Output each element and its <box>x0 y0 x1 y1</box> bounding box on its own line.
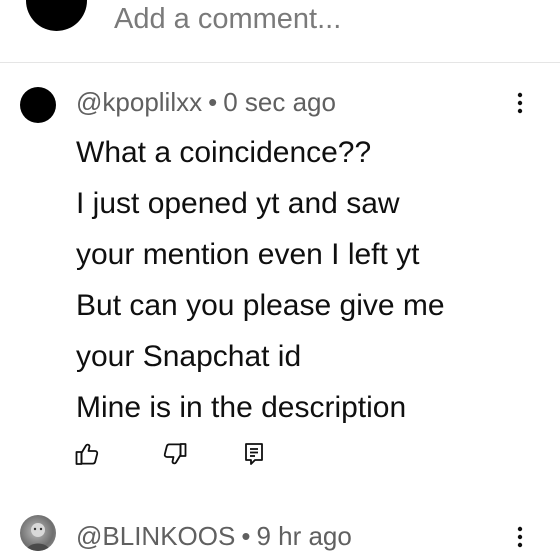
add-comment-row[interactable]: Add a comment... <box>0 0 560 62</box>
comment-line: your Snapchat id <box>76 340 302 373</box>
separator-dot: • <box>241 521 251 551</box>
comment-line: your mention even I left yt <box>76 238 420 271</box>
comment-line: Mine is in the description <box>76 391 407 424</box>
commenter-avatar[interactable] <box>20 515 56 551</box>
comment-header: @BLINKOOS • 9 hr ago <box>76 521 352 551</box>
comment-author[interactable]: @BLINKOOS <box>76 521 235 551</box>
commenter-avatar[interactable] <box>20 87 56 123</box>
comments-screen: Add a comment... @kpoplilxx • 0 sec ago Wh… <box>0 0 560 560</box>
comment-line: What a coincidence?? <box>76 136 372 169</box>
comment-text: What a coincidence?? I just opened yt an… <box>76 127 546 433</box>
comment-item: @kpoplilxx • 0 sec ago What a coincidence?… <box>0 63 560 503</box>
more-vert-icon[interactable] <box>510 525 530 549</box>
comment-time: 0 sec ago <box>223 87 336 117</box>
comment-item: @BLINKOOS • 9 hr ago <box>0 503 560 560</box>
add-comment-input[interactable]: Add a comment... <box>114 0 341 38</box>
comment-author[interactable]: @kpoplilxx <box>76 87 202 117</box>
user-avatar <box>26 0 87 31</box>
comment-line: I just opened yt and saw <box>76 187 400 220</box>
more-vert-icon[interactable] <box>510 91 530 115</box>
comment-time: 9 hr ago <box>256 521 352 551</box>
comment-line: But can you please give me <box>76 289 445 322</box>
like-icon[interactable] <box>74 441 100 467</box>
separator-dot: • <box>208 87 218 117</box>
dislike-icon[interactable] <box>162 441 188 467</box>
reply-icon[interactable] <box>242 441 268 467</box>
comment-header: @kpoplilxx • 0 sec ago <box>76 87 336 117</box>
